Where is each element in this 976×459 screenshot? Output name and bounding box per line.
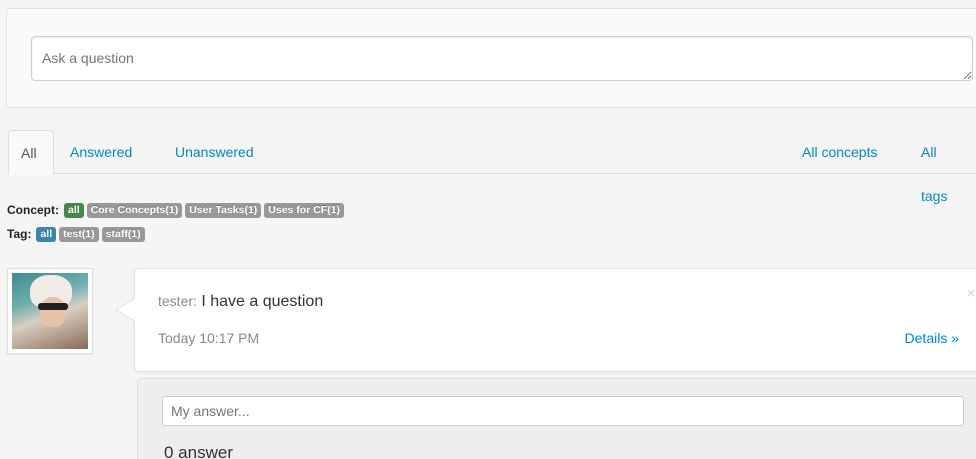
tag-label-all[interactable]: all: [36, 226, 57, 242]
tag-label-test[interactable]: test(1): [59, 226, 99, 242]
concept-label-user-tasks[interactable]: User Tasks(1): [185, 202, 262, 218]
question-text: I have a question: [201, 293, 324, 310]
page: All Answered Unanswered All concepts All…: [0, 0, 976, 459]
ask-question-input[interactable]: [31, 36, 973, 81]
tab-all-tags[interactable]: All tags: [909, 130, 976, 204]
ask-panel: [6, 8, 976, 108]
answer-count: 0 answer: [164, 443, 233, 459]
question-card: tester: I have a question Today 10:17 PM…: [134, 268, 976, 372]
avatar[interactable]: [7, 268, 93, 354]
close-icon[interactable]: ×: [967, 285, 975, 301]
concept-label-uses-for-cf[interactable]: Uses for CF(1): [264, 202, 345, 218]
details-link[interactable]: Details »: [905, 330, 959, 346]
tag-filter-label: Tag:: [7, 227, 32, 241]
concept-filter: Concept: all Core Concepts(1) User Tasks…: [7, 202, 345, 218]
avatar-image: [12, 273, 88, 349]
concept-filter-label: Concept:: [7, 203, 59, 217]
concept-label-all[interactable]: all: [64, 202, 84, 218]
tag-filter: Tag: all test(1) staff(1): [7, 226, 145, 242]
answer-input[interactable]: [162, 396, 964, 426]
tab-answered[interactable]: Answered: [58, 130, 144, 174]
tag-label-staff[interactable]: staff(1): [101, 226, 145, 242]
concept-label-core-concepts[interactable]: Core Concepts(1): [86, 202, 183, 218]
tab-all[interactable]: All: [8, 130, 54, 175]
card-pointer-inner: [117, 299, 135, 321]
tab-unanswered[interactable]: Unanswered: [163, 130, 266, 174]
answer-panel: 0 answer: [137, 378, 976, 459]
question-timestamp: Today 10:17 PM: [158, 330, 260, 346]
question-author[interactable]: tester:: [158, 293, 197, 309]
tab-all-concepts[interactable]: All concepts: [790, 130, 889, 174]
question-tabs: All Answered Unanswered All concepts All…: [8, 130, 976, 204]
question-line: tester: I have a question: [158, 293, 323, 311]
